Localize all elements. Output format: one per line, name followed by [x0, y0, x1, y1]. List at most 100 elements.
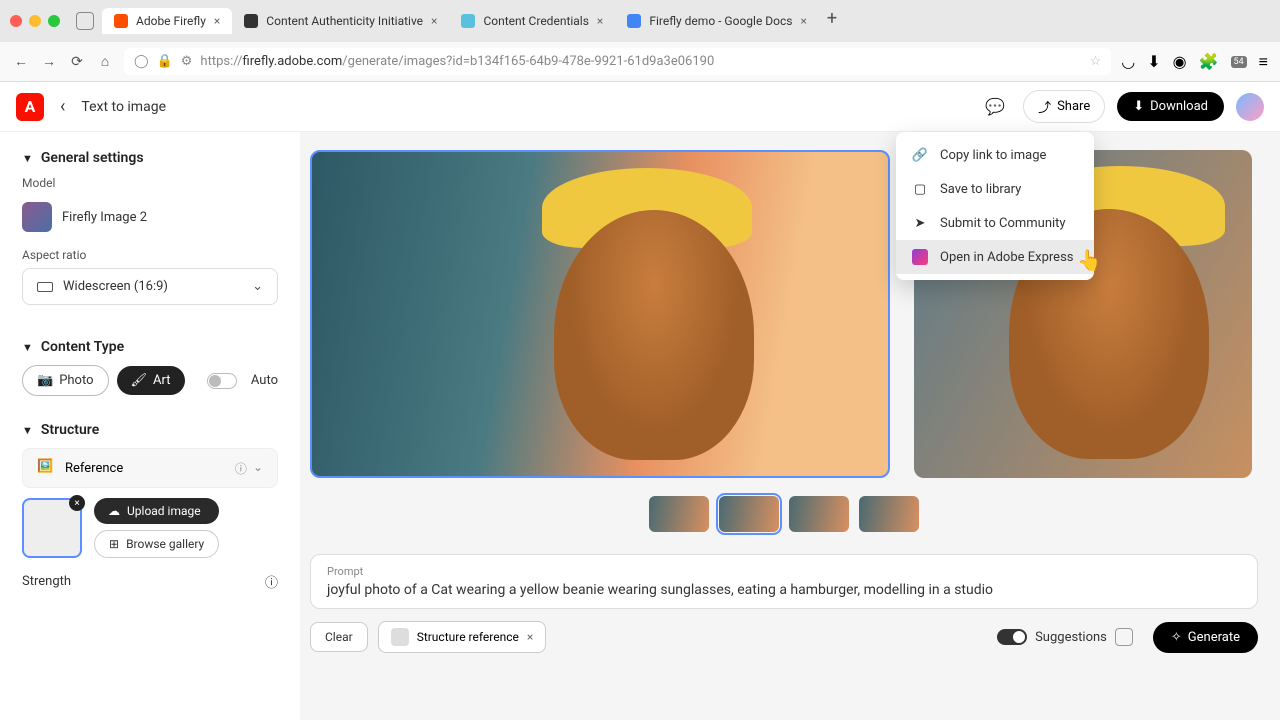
info-icon[interactable]: ⓘ [235, 460, 247, 477]
section-label: Content Type [41, 339, 124, 355]
dd-label: Save to library [940, 182, 1021, 197]
tab-firefly[interactable]: Adobe Firefly × [102, 8, 232, 34]
content-type-row: 📷 Photo 🖌 Art Auto [22, 365, 278, 396]
chevron-down-icon: ▼ [22, 152, 33, 165]
pocket-icon[interactable]: ◡ [1121, 52, 1135, 71]
suggestions-label: Suggestions [1035, 630, 1107, 645]
sidebar-toggle-icon[interactable] [76, 12, 94, 30]
shield-icon[interactable]: ◯ [134, 54, 149, 69]
url-field[interactable]: ◯ 🔒 ⚙ https://firefly.adobe.com/generate… [124, 48, 1111, 75]
window-controls [10, 15, 60, 27]
back-chevron-icon[interactable]: ‹ [60, 96, 65, 117]
link-icon: 🔗 [912, 147, 928, 163]
section-content-type[interactable]: ▼ Content Type [22, 339, 278, 355]
model-thumb-icon [22, 202, 52, 232]
auto-toggle[interactable] [207, 373, 237, 389]
suggestions-toggle[interactable] [997, 629, 1027, 645]
reference-row[interactable]: 🖼️ Reference ⓘ ⌄ [22, 448, 278, 488]
photo-label: Photo [59, 373, 93, 388]
dd-open-express[interactable]: Open in Adobe Express [896, 240, 1094, 274]
tab-cai[interactable]: Content Authenticity Initiative × [232, 8, 449, 34]
maximize-window-icon[interactable] [48, 15, 60, 27]
downloads-icon[interactable]: ⬇ [1147, 52, 1160, 71]
menu-icon[interactable]: ≡ [1259, 52, 1268, 72]
chip-remove-icon[interactable]: × [527, 630, 533, 644]
main-layout: ▼ General settings Model Firefly Image 2… [0, 132, 1280, 720]
breadcrumb[interactable]: Text to image [81, 99, 166, 115]
remove-reference-icon[interactable]: × [69, 495, 85, 511]
generated-image-main[interactable] [310, 150, 890, 478]
thumb-1[interactable] [649, 496, 709, 532]
tab-gdocs[interactable]: Firefly demo - Google Docs × [615, 8, 819, 34]
generated-images-row [310, 150, 1258, 478]
minimize-window-icon[interactable] [29, 15, 41, 27]
thumb-4[interactable] [859, 496, 919, 532]
info-icons: ⓘ ⌄ [235, 460, 263, 477]
dd-save-library[interactable]: ▢ Save to library [896, 172, 1094, 206]
send-icon: ➤ [912, 215, 928, 231]
model-select[interactable]: Firefly Image 2 [22, 196, 278, 238]
prompt-box[interactable]: Prompt joyful photo of a Cat wearing a y… [310, 554, 1258, 609]
suggestions-group: Suggestions [997, 628, 1133, 646]
new-tab-button[interactable]: + [819, 8, 845, 34]
gallery-icon: ⊞ [109, 537, 119, 551]
settings-sidebar: ▼ General settings Model Firefly Image 2… [0, 132, 300, 720]
section-structure[interactable]: ▼ Structure [22, 422, 278, 438]
reload-icon[interactable]: ⟳ [68, 53, 86, 71]
info-icon[interactable]: ⓘ [265, 572, 278, 591]
generate-button[interactable]: ✧ Generate [1153, 622, 1258, 653]
comments-icon[interactable]: 💬 [979, 91, 1011, 123]
download-button[interactable]: ⬇ Download [1117, 92, 1224, 121]
chevron-down-icon: ⌄ [252, 279, 263, 294]
user-avatar[interactable] [1236, 93, 1264, 121]
photo-button[interactable]: 📷 Photo [22, 365, 109, 396]
section-general[interactable]: ▼ General settings [22, 150, 278, 166]
bookmark-icon[interactable]: ☆ [1090, 54, 1102, 69]
extension-badge[interactable]: 54 [1231, 56, 1247, 68]
browse-gallery-button[interactable]: ⊞ Browse gallery [94, 530, 219, 558]
share-button[interactable]: ⤴ Share [1023, 90, 1105, 123]
permissions-icon[interactable]: ⚙ [181, 54, 193, 69]
aspect-value: Widescreen (16:9) [63, 279, 168, 294]
tab-label: Firefly demo - Google Docs [649, 14, 792, 28]
download-icon: ⬇ [1133, 99, 1144, 114]
extensions-icon[interactable]: 🧩 [1199, 52, 1219, 71]
download-label: Download [1150, 99, 1208, 114]
model-label: Model [22, 176, 278, 190]
dd-copy-link[interactable]: 🔗 Copy link to image [896, 138, 1094, 172]
reference-thumbnail[interactable]: × [22, 498, 82, 558]
chevron-down-icon[interactable]: ⌄ [253, 460, 263, 477]
style-picker-icon[interactable] [1115, 628, 1133, 646]
art-button[interactable]: 🖌 Art [117, 366, 185, 395]
upload-label: Upload image [127, 504, 201, 518]
structure-reference-chip[interactable]: Structure reference × [378, 621, 547, 653]
home-icon[interactable]: ⌂ [96, 53, 114, 71]
tab-close-icon[interactable]: × [431, 14, 437, 28]
dd-submit-community[interactable]: ➤ Submit to Community [896, 206, 1094, 240]
model-name: Firefly Image 2 [62, 210, 147, 225]
thumb-3[interactable] [789, 496, 849, 532]
tab-cc[interactable]: Content Credentials × [449, 8, 615, 34]
close-window-icon[interactable] [10, 15, 22, 27]
thumb-2[interactable] [719, 496, 779, 532]
prompt-text[interactable]: joyful photo of a Cat wearing a yellow b… [327, 582, 1241, 598]
upload-image-button[interactable]: ☁ Upload image [94, 498, 219, 524]
camera-icon: 📷 [37, 373, 53, 388]
chip-label: Structure reference [417, 630, 519, 644]
browser-tab-strip: Adobe Firefly × Content Authenticity Ini… [0, 0, 1280, 42]
account-icon[interactable]: ◉ [1173, 52, 1187, 71]
lock-icon[interactable]: 🔒 [157, 54, 173, 69]
forward-icon[interactable]: → [40, 53, 58, 71]
dd-label: Open in Adobe Express [940, 250, 1074, 265]
tab-close-icon[interactable]: × [800, 14, 806, 28]
dd-label: Copy link to image [940, 148, 1046, 163]
reference-icon: 🖼️ [37, 459, 55, 477]
aspect-select[interactable]: Widescreen (16:9) ⌄ [22, 268, 278, 305]
back-icon[interactable]: ← [12, 53, 30, 71]
gdocs-favicon-icon [627, 14, 641, 28]
url-path: /generate/images?id=b134f165-64b9-478e-9… [342, 54, 714, 69]
clear-button[interactable]: Clear [310, 622, 368, 652]
tab-close-icon[interactable]: × [214, 14, 220, 28]
tab-close-icon[interactable]: × [597, 14, 603, 28]
adobe-logo-icon[interactable]: A [16, 93, 44, 121]
